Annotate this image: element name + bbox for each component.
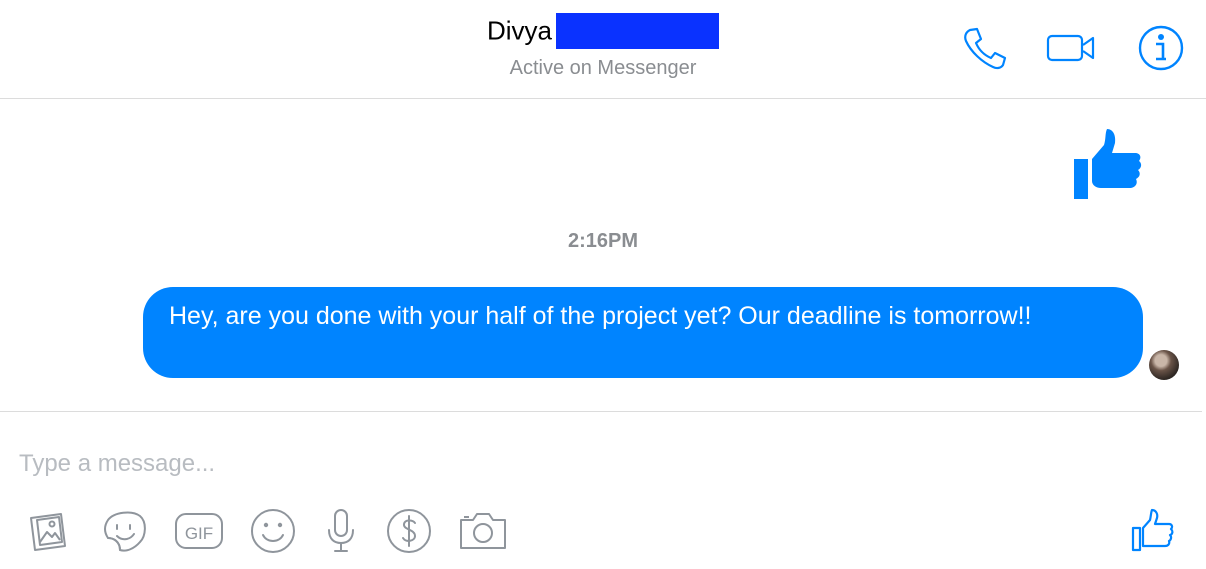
emoji-icon (251, 509, 295, 553)
message-input[interactable] (19, 446, 1119, 482)
contact-name[interactable]: Divya (487, 16, 552, 46)
gif-label: GIF (185, 524, 213, 543)
outgoing-message-bubble[interactable]: Hey, are you done with your half of the … (143, 287, 1143, 378)
video-camera-icon (1046, 34, 1095, 62)
message-thread: 2:16PM Hey, are you done with your half … (0, 99, 1206, 411)
call-button[interactable] (958, 22, 1010, 74)
take-photo-button[interactable] (458, 506, 508, 556)
sent-like-reaction (1071, 127, 1145, 201)
send-gif-button[interactable]: GIF (174, 506, 224, 556)
contact-title: Divya (0, 13, 1206, 49)
conversation-info-button[interactable] (1135, 22, 1187, 74)
message-timestamp: 2:16PM (567, 230, 639, 252)
send-like-button[interactable] (1127, 506, 1177, 556)
payment-icon (387, 509, 431, 553)
sticker-icon (104, 511, 146, 552)
photo-icon (30, 513, 66, 551)
thumbs-up-icon (1074, 129, 1142, 199)
active-status: Active on Messenger (509, 57, 697, 79)
composer-divider (0, 411, 1202, 412)
phone-icon (964, 27, 1007, 70)
thumbs-up-icon (1131, 508, 1174, 552)
redacted-surname (556, 13, 719, 49)
gif-icon: GIF (175, 513, 223, 549)
conversation-header: Divya Active on Messenger (0, 0, 1206, 99)
send-sticker-button[interactable] (100, 506, 150, 556)
info-icon (1138, 25, 1184, 71)
send-money-button[interactable] (384, 506, 434, 556)
send-photo-button[interactable] (25, 506, 75, 556)
camera-icon (460, 513, 506, 549)
seen-avatar (1149, 350, 1179, 380)
microphone-icon (328, 509, 354, 552)
choose-emoji-button[interactable] (248, 506, 298, 556)
video-call-button[interactable] (1045, 22, 1097, 74)
record-voice-button[interactable] (316, 506, 366, 556)
